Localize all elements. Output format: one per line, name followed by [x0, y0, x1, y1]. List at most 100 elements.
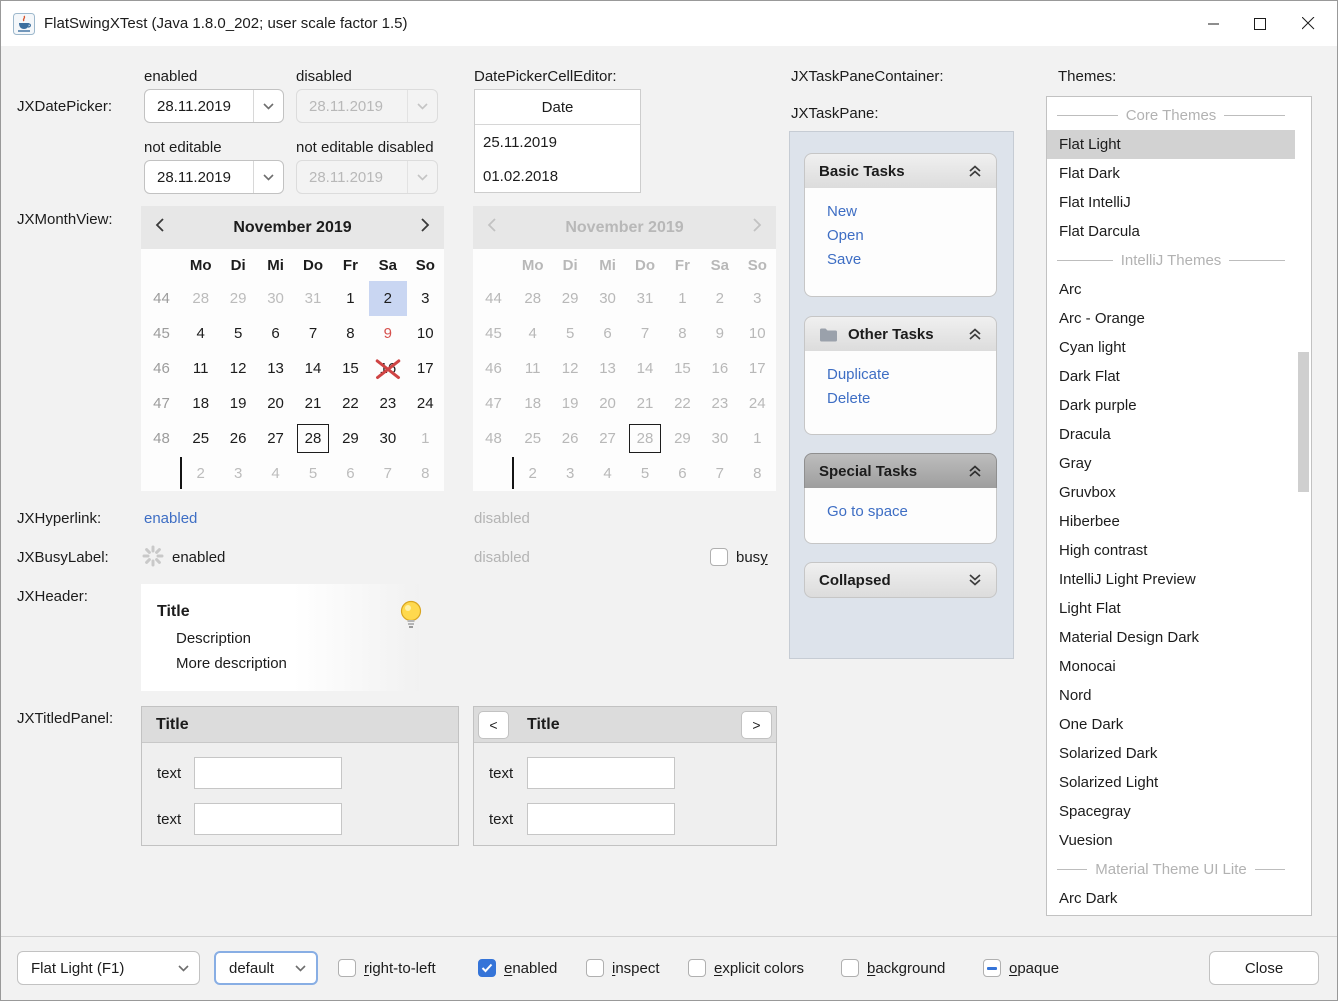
- day-cell[interactable]: 6: [257, 316, 294, 351]
- day-cell[interactable]: 5: [219, 316, 256, 351]
- day-cell[interactable]: 12: [219, 351, 256, 386]
- day-cell[interactable]: 21: [294, 386, 331, 421]
- theme-item[interactable]: Hiberbee: [1047, 507, 1295, 536]
- checkbox-box[interactable]: [586, 959, 604, 977]
- theme-item[interactable]: Spacegray: [1047, 797, 1295, 826]
- explicit-colors-checkbox[interactable]: explicit colors: [688, 951, 804, 985]
- theme-item[interactable]: Arc Dark Contrast: [1047, 913, 1295, 916]
- day-cell[interactable]: 11: [182, 351, 219, 386]
- right-to-left-checkbox[interactable]: right-to-left: [338, 951, 436, 985]
- checkbox-box[interactable]: [338, 959, 356, 977]
- theme-item[interactable]: Dark purple: [1047, 391, 1295, 420]
- day-cell[interactable]: 31: [294, 281, 331, 316]
- day-cell[interactable]: 3: [219, 456, 256, 491]
- day-cell[interactable]: 29: [219, 281, 256, 316]
- day-cell[interactable]: 28: [182, 281, 219, 316]
- datepicker-value[interactable]: 28.11.2019: [145, 161, 253, 193]
- minimize-button[interactable]: [1191, 1, 1237, 46]
- task-link-duplicate[interactable]: Duplicate: [805, 362, 996, 386]
- close-button[interactable]: Close: [1209, 951, 1319, 985]
- theme-item[interactable]: Flat Dark: [1047, 159, 1295, 188]
- theme-item[interactable]: Monocai: [1047, 652, 1295, 681]
- theme-item[interactable]: One Dark: [1047, 710, 1295, 739]
- task-link-delete[interactable]: Delete: [805, 386, 996, 410]
- day-cell[interactable]: 18: [182, 386, 219, 421]
- task-link-new[interactable]: New: [805, 199, 996, 223]
- task-link-save[interactable]: Save: [805, 247, 996, 271]
- day-cell[interactable]: 10: [407, 316, 444, 351]
- theme-item[interactable]: Cyan light: [1047, 333, 1295, 362]
- prev-button[interactable]: <: [478, 711, 509, 739]
- theme-item[interactable]: High contrast: [1047, 536, 1295, 565]
- taskpane-other-header[interactable]: Other Tasks: [804, 316, 997, 352]
- theme-item[interactable]: Flat IntelliJ: [1047, 188, 1295, 217]
- day-cell[interactable]: 23: [369, 386, 406, 421]
- day-cell[interactable]: 19: [219, 386, 256, 421]
- checkbox-box[interactable]: [841, 959, 859, 977]
- datepicker-not-editable[interactable]: 28.11.2019: [144, 160, 284, 194]
- theme-item-selected[interactable]: Flat Light: [1047, 130, 1295, 159]
- day-cell[interactable]: 8: [407, 456, 444, 491]
- close-window-button[interactable]: [1285, 1, 1331, 46]
- day-cell[interactable]: 7: [294, 316, 331, 351]
- day-cell[interactable]: 1: [407, 421, 444, 456]
- double-chevron-up-icon[interactable]: [968, 327, 982, 341]
- day-cell[interactable]: 8: [332, 316, 369, 351]
- next-button[interactable]: >: [741, 711, 772, 739]
- double-chevron-down-icon[interactable]: [968, 573, 982, 587]
- theme-item[interactable]: Arc: [1047, 275, 1295, 304]
- theme-item[interactable]: Light Flat: [1047, 594, 1295, 623]
- day-cell[interactable]: 3: [407, 281, 444, 316]
- theme-item[interactable]: IntelliJ Light Preview: [1047, 565, 1295, 594]
- day-cell[interactable]: 14: [294, 351, 331, 386]
- theme-combobox[interactable]: Flat Light (F1): [17, 951, 200, 985]
- enabled-checkbox[interactable]: enabled: [478, 951, 557, 985]
- day-cell[interactable]: 30: [257, 281, 294, 316]
- checkbox-box-indeterminate[interactable]: [983, 959, 1001, 977]
- day-cell[interactable]: 6: [332, 456, 369, 491]
- day-cell[interactable]: 4: [257, 456, 294, 491]
- text-field[interactable]: [194, 757, 342, 789]
- taskpane-collapsed-header[interactable]: Collapsed: [804, 562, 997, 598]
- day-cell[interactable]: 7: [369, 456, 406, 491]
- busy-checkbox[interactable]: busy: [710, 540, 768, 574]
- maximize-button[interactable]: [1237, 1, 1283, 46]
- day-cell[interactable]: 20: [257, 386, 294, 421]
- day-cell[interactable]: 2: [182, 456, 219, 491]
- day-cell-today[interactable]: 28: [294, 421, 331, 456]
- theme-item[interactable]: Arc - Orange: [1047, 304, 1295, 333]
- text-field[interactable]: [194, 803, 342, 835]
- task-link-go-to-space[interactable]: Go to space: [805, 499, 996, 523]
- day-cell-flagged[interactable]: 9: [369, 316, 406, 351]
- hyperlink-enabled[interactable]: enabled: [144, 510, 197, 527]
- table-row[interactable]: 01.02.2018: [475, 159, 640, 193]
- theme-item[interactable]: Gray: [1047, 449, 1295, 478]
- taskpane-special-header[interactable]: Special Tasks: [804, 453, 997, 489]
- theme-item[interactable]: Nord: [1047, 681, 1295, 710]
- text-field[interactable]: [527, 757, 675, 789]
- theme-item[interactable]: Flat Darcula: [1047, 217, 1295, 246]
- day-cell[interactable]: 4: [182, 316, 219, 351]
- datepicker-enabled[interactable]: 28.11.2019: [144, 89, 284, 123]
- datepicker-value[interactable]: 28.11.2019: [145, 90, 253, 122]
- inspect-checkbox[interactable]: inspect: [586, 951, 660, 985]
- mode-combobox[interactable]: default: [214, 951, 318, 985]
- day-cell[interactable]: 29: [332, 421, 369, 456]
- theme-item[interactable]: Gruvbox: [1047, 478, 1295, 507]
- theme-item[interactable]: Solarized Light: [1047, 768, 1295, 797]
- text-field[interactable]: [527, 803, 675, 835]
- day-cell-selected[interactable]: 2: [369, 281, 406, 316]
- taskpane-basic-header[interactable]: Basic Tasks: [804, 153, 997, 189]
- scrollbar-thumb[interactable]: [1298, 352, 1309, 492]
- theme-item[interactable]: Solarized Dark: [1047, 739, 1295, 768]
- day-cell[interactable]: 30: [369, 421, 406, 456]
- theme-item[interactable]: Dracula: [1047, 420, 1295, 449]
- table-header-date[interactable]: Date: [475, 90, 640, 125]
- theme-item[interactable]: Vuesion: [1047, 826, 1295, 855]
- day-cell[interactable]: 15: [332, 351, 369, 386]
- double-chevron-up-icon[interactable]: [968, 464, 982, 478]
- chevron-right-icon[interactable]: [420, 217, 430, 238]
- theme-item[interactable]: Dark Flat: [1047, 362, 1295, 391]
- day-cell[interactable]: 5: [294, 456, 331, 491]
- day-cell[interactable]: 1: [332, 281, 369, 316]
